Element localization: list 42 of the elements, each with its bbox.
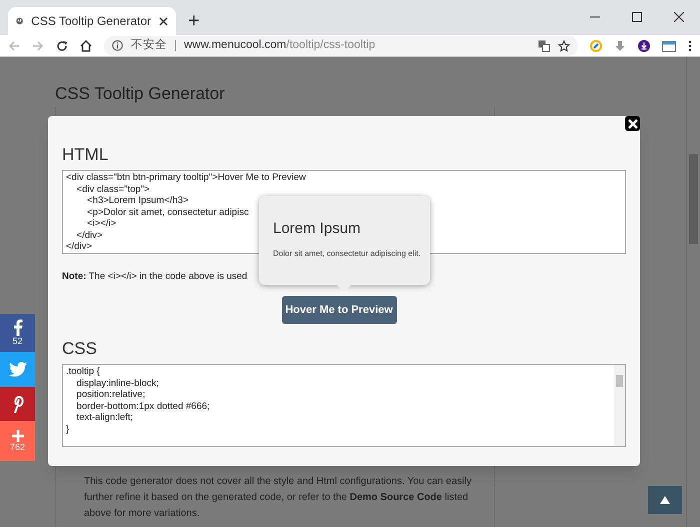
- info-icon[interactable]: [112, 40, 123, 51]
- close-button[interactable]: [625, 116, 640, 131]
- tooltip-title: Lorem Ipsum: [273, 220, 362, 238]
- download-icon[interactable]: [638, 40, 650, 52]
- share-count: 762: [10, 442, 26, 452]
- twitter-button[interactable]: [0, 352, 35, 387]
- pinterest-button[interactable]: [0, 387, 35, 421]
- new-tab-button[interactable]: +: [188, 11, 200, 31]
- extension-icon[interactable]: [590, 40, 602, 52]
- close-icon[interactable]: [159, 16, 168, 26]
- scroll-top-button[interactable]: [648, 486, 682, 514]
- scrollbar-thumb[interactable]: [689, 154, 698, 244]
- preview-button[interactable]: Hover Me to Preview: [282, 296, 396, 324]
- section-heading: CSS: [62, 338, 98, 360]
- scrollbar[interactable]: [614, 365, 625, 446]
- menu-icon[interactable]: [688, 40, 692, 52]
- maximize-icon[interactable]: [632, 12, 642, 22]
- calendar-icon[interactable]: [662, 40, 676, 52]
- security-label: 不安全: [131, 40, 176, 52]
- note-text: Note: The <i></i> in the code above is used: [62, 270, 248, 284]
- description-paragraph: This code generator does not cover all the style and Html configurations. You can easily further refine it based on the generated code, or refer to the Demo Source Code listed above for more variations.: [84, 475, 472, 521]
- page-title: CSS Tooltip Generator: [55, 83, 225, 105]
- tab-title: CSS Tooltip Generator: [31, 13, 151, 30]
- share-count: 52: [12, 336, 22, 347]
- translate-icon[interactable]: [538, 40, 550, 52]
- browser-tab[interactable]: CSS Tooltip Generator: [8, 7, 176, 35]
- home-icon[interactable]: [80, 40, 92, 52]
- bird-icon: [8, 362, 26, 377]
- section-heading: HTML: [62, 144, 110, 166]
- url-text: www.menucool.com/tooltip/css-tooltip: [184, 38, 376, 53]
- star-icon[interactable]: [558, 40, 570, 52]
- address-bar[interactable]: 不安全 www.menucool.com/tooltip/css-tooltip: [104, 36, 578, 56]
- facebook-icon: [12, 319, 22, 336]
- code-textarea[interactable]: .tooltip { display:inline-block; position:relative; border-bottom:1px dotted #666; text-align:left; }: [62, 364, 626, 448]
- plus-icon: [12, 430, 24, 442]
- scrollbar[interactable]: [686, 57, 700, 527]
- up-arrow-icon: [660, 496, 670, 504]
- reload-icon[interactable]: [56, 40, 68, 52]
- facebook-button[interactable]: 52: [0, 314, 35, 352]
- scrollbar-thumb[interactable]: [616, 375, 623, 388]
- close-icon[interactable]: [674, 12, 684, 22]
- pinterest-icon: [12, 396, 24, 412]
